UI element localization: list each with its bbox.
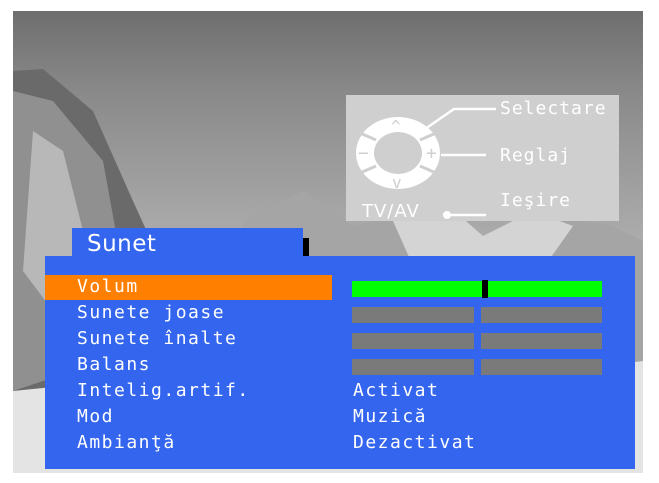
menu-item-ai[interactable]: Intelig.artif. xyxy=(77,380,250,401)
menu-item-ambience[interactable]: Ambianţă xyxy=(77,432,176,453)
help-select-label: Selectare xyxy=(500,98,607,119)
bass-slider-right[interactable] xyxy=(481,307,602,323)
ambience-value: Dezactivat xyxy=(353,432,477,453)
menu-item-treble[interactable]: Sunete înalte xyxy=(77,328,237,349)
balance-slider-left[interactable] xyxy=(352,359,474,375)
sound-menu-panel: Volum Sunete joase Sunete înalte Balans … xyxy=(45,256,635,469)
help-source-label: TV/AV xyxy=(362,201,420,222)
menu-item-mode[interactable]: Mod xyxy=(77,406,114,427)
remote-help-panel: ^ v − + Selectare Reglaj Ieşire TV/AV xyxy=(346,95,619,222)
minus-icon: − xyxy=(358,143,370,164)
menu-item-bass[interactable]: Sunete joase xyxy=(77,302,225,323)
plus-icon: + xyxy=(426,143,438,164)
mode-value: Muzică xyxy=(353,406,428,427)
up-arrow-icon: ^ xyxy=(391,117,402,136)
help-adjust-label: Reglaj xyxy=(500,145,572,166)
tv-screen: ^ v − + Selectare Reglaj Ieşire TV/AV Su… xyxy=(13,11,643,473)
bass-slider-left[interactable] xyxy=(352,307,474,323)
treble-slider-left[interactable] xyxy=(352,333,474,349)
help-exit-label: Ieşire xyxy=(500,190,572,211)
volume-slider-handle[interactable] xyxy=(481,280,488,298)
menu-item-volume[interactable]: Volum xyxy=(77,276,139,297)
ai-value: Activat xyxy=(353,380,440,401)
treble-slider-right[interactable] xyxy=(481,333,602,349)
down-arrow-icon: v xyxy=(392,173,403,192)
menu-title: Sunet xyxy=(87,231,157,257)
volume-slider[interactable] xyxy=(352,281,602,297)
balance-slider-right[interactable] xyxy=(481,359,602,375)
menu-item-balance[interactable]: Balans xyxy=(77,354,151,375)
